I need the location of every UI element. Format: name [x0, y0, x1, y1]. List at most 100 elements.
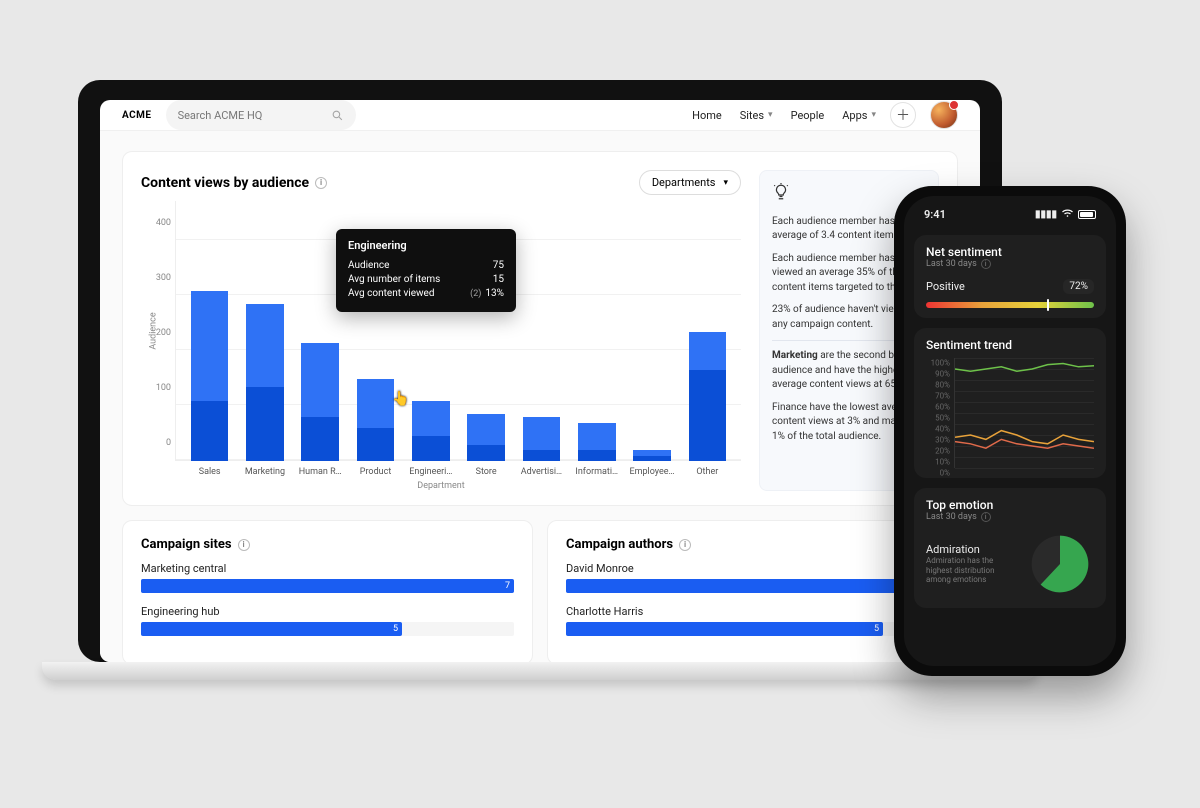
y-tick: 200	[156, 328, 171, 338]
hbar-track: 5	[141, 622, 514, 636]
hbar-track	[566, 579, 939, 593]
list-item[interactable]: Marketing central 7	[141, 562, 514, 593]
content-views-card: Content views by audience i Departments …	[122, 151, 958, 506]
sentiment-value: 72%	[1063, 279, 1094, 294]
trend-ytick: 40%	[935, 425, 950, 434]
list-item-label: Engineering hub	[141, 605, 514, 618]
trend-line-positive	[955, 364, 1094, 372]
y-tick: 400	[156, 218, 171, 228]
avatar[interactable]	[930, 101, 958, 129]
bar-7[interactable]: Informati…	[569, 241, 624, 461]
top-emotion-card[interactable]: Top emotion Last 30 daysi Admiration Adm…	[914, 488, 1106, 608]
status-icons: ▮▮▮▮	[1035, 209, 1096, 221]
category-label: Store	[458, 467, 513, 477]
info-icon[interactable]: i	[238, 539, 250, 551]
sentiment-gauge	[926, 302, 1094, 308]
search-input[interactable]: Search ACME HQ	[166, 100, 356, 130]
tooltip-row: Avg content viewed(2)13%	[348, 288, 504, 299]
trend-ytick: 100%	[931, 359, 950, 368]
nav-apps[interactable]: Apps▾	[842, 109, 876, 122]
hbar-fill: 5	[566, 622, 883, 636]
topbar: ACME Search ACME HQ Home Sites▾ People A…	[100, 100, 980, 131]
net-sentiment-card[interactable]: Net sentiment Last 30 daysi Positive 72%	[914, 235, 1106, 318]
bar-chart[interactable]: Audience 0100200300400 SalesMarketingHum…	[141, 201, 741, 461]
laptop-mock: ACME Search ACME HQ Home Sites▾ People A…	[78, 80, 1002, 680]
bar-9[interactable]: Other	[680, 241, 735, 461]
trend-line-negative	[955, 439, 1094, 448]
wifi-icon	[1061, 209, 1074, 221]
laptop-base	[42, 662, 1038, 680]
net-sentiment-sub: Last 30 daysi	[926, 259, 1094, 269]
trend-ytick: 90%	[935, 370, 950, 379]
top-emotion-title: Top emotion	[926, 498, 1094, 512]
campaign-authors-title: Campaign authors i	[566, 537, 939, 552]
list-item[interactable]: Engineering hub 5	[141, 605, 514, 636]
list-item[interactable]: David Monroe	[566, 562, 939, 593]
campaign-sites-title: Campaign sites i	[141, 537, 514, 552]
list-item[interactable]: Charlotte Harris5	[566, 605, 939, 636]
department-filter[interactable]: Departments ▾	[639, 170, 741, 195]
emotion-name: Admiration	[926, 543, 1016, 556]
trend-ytick: 70%	[935, 392, 950, 401]
app-window: ACME Search ACME HQ Home Sites▾ People A…	[100, 100, 980, 662]
chart-tooltip: Engineering Audience75Avg number of item…	[336, 229, 516, 312]
tooltip-title: Engineering	[348, 239, 504, 252]
net-sentiment-title: Net sentiment	[926, 245, 1094, 259]
status-time: 9:41	[924, 208, 946, 221]
emotion-desc: Admiration has the highest distribution …	[926, 556, 1016, 585]
lightbulb-icon	[772, 183, 790, 201]
list-item-label: Marketing central	[141, 562, 514, 575]
trend-ytick: 60%	[935, 403, 950, 412]
category-label: Engineeri…	[403, 467, 458, 477]
category-label: Marketing	[237, 467, 292, 477]
list-item-label: David Monroe	[566, 562, 939, 575]
trend-ytick: 0%	[940, 469, 950, 478]
campaign-sites-card: Campaign sites i Marketing central 7 Engin…	[122, 520, 533, 662]
hbar-fill: 7	[141, 579, 514, 593]
category-label: Employee…	[624, 467, 679, 477]
bar-0[interactable]: Sales	[182, 241, 237, 461]
trend-ytick: 30%	[935, 436, 950, 445]
search-placeholder: Search ACME HQ	[178, 109, 263, 122]
y-axis: Audience 0100200300400	[141, 201, 175, 461]
lower-cards: Campaign sites i Marketing central 7 Engin…	[122, 520, 958, 662]
sentiment-label: Positive	[926, 280, 965, 293]
x-axis-label: Department	[141, 481, 741, 491]
nav-home[interactable]: Home	[692, 109, 722, 122]
add-button[interactable]: ＋	[890, 102, 916, 128]
bar-6[interactable]: Advertisi…	[514, 241, 569, 461]
info-icon[interactable]: i	[981, 512, 991, 522]
brand-label: ACME	[122, 110, 152, 121]
chevron-down-icon: ▾	[768, 110, 773, 120]
y-tick: 100	[156, 383, 171, 393]
bar-1[interactable]: Marketing	[237, 241, 292, 461]
sentiment-trend-card[interactable]: Sentiment trend 100%90%80%70%60%50%40%30…	[914, 328, 1106, 478]
chevron-down-icon: ▾	[723, 178, 728, 188]
info-icon[interactable]: i	[315, 177, 327, 189]
sentiment-trend-title: Sentiment trend	[926, 338, 1094, 352]
trend-line-neutral	[955, 431, 1094, 444]
search-icon	[331, 109, 344, 122]
category-label: Sales	[182, 467, 237, 477]
page-body: Content views by audience i Departments …	[100, 131, 980, 662]
emotion-pie	[1026, 530, 1094, 598]
gauge-marker	[1047, 299, 1049, 311]
info-icon[interactable]: i	[679, 539, 691, 551]
nav-people[interactable]: People	[791, 109, 825, 122]
chevron-down-icon: ▾	[871, 110, 876, 120]
battery-icon	[1078, 210, 1096, 219]
chart-title: Content views by audience i	[141, 175, 327, 191]
bar-8[interactable]: Employee…	[624, 241, 679, 461]
category-label: Other	[680, 467, 735, 477]
top-emotion-sub: Last 30 daysi	[926, 512, 1094, 522]
status-bar: 9:41 ▮▮▮▮	[914, 206, 1106, 225]
trend-ytick: 80%	[935, 381, 950, 390]
signal-icon: ▮▮▮▮	[1035, 209, 1057, 220]
tooltip-row: Audience75	[348, 260, 504, 271]
sentiment-trend-chart: 100%90%80%70%60%50%40%30%20%10%0%	[926, 358, 1094, 468]
nav-sites[interactable]: Sites▾	[740, 109, 773, 122]
category-label: Informati…	[569, 467, 624, 477]
y-tick: 300	[156, 273, 171, 283]
category-label: Human R…	[293, 467, 348, 477]
info-icon[interactable]: i	[981, 259, 991, 269]
